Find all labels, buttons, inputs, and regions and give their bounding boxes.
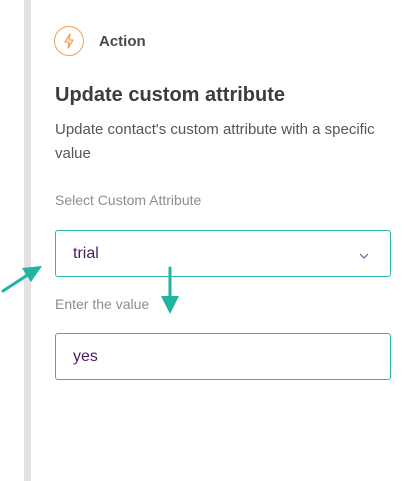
custom-attribute-label: Select Custom Attribute xyxy=(55,192,202,208)
left-rail xyxy=(24,0,31,481)
annotation-arrow-right xyxy=(1,266,42,293)
chevron-down-icon xyxy=(358,247,370,265)
action-header: Action xyxy=(54,25,146,57)
value-input-text: yes xyxy=(73,347,98,365)
lightning-icon xyxy=(54,26,84,56)
panel-title: Update custom attribute xyxy=(55,84,286,106)
value-input[interactable]: yes xyxy=(55,333,391,380)
value-label: Enter the value xyxy=(55,296,150,312)
custom-attribute-select[interactable]: trial xyxy=(55,230,391,277)
custom-attribute-value: trial xyxy=(73,244,99,262)
panel-description: Update contact's custom attribute with a… xyxy=(55,121,375,162)
action-label: Action xyxy=(99,32,146,50)
